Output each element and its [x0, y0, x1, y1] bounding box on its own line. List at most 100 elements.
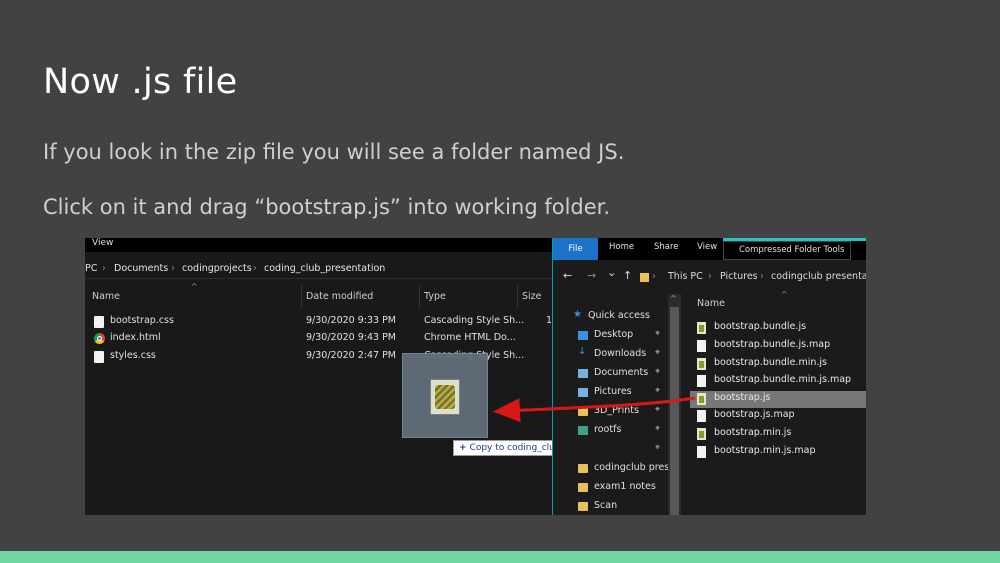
js-file-icon	[697, 428, 706, 440]
sidebar-item-codingclub[interactable]: codingclub prese	[553, 460, 681, 478]
forward-arrow-icon[interactable]: →	[587, 269, 596, 282]
destination-explorer-window: View PC › Documents › codingprojects › c…	[85, 238, 629, 515]
column-divider[interactable]	[517, 285, 518, 308]
pin-icon[interactable]: ⌖	[655, 329, 660, 339]
breadcrumb-coding-club-presentation[interactable]: coding_club_presentation	[264, 263, 385, 274]
sidebar-item-scan[interactable]: Scan	[553, 498, 681, 515]
back-arrow-icon[interactable]: ←	[563, 269, 572, 282]
folder-icon	[578, 426, 588, 435]
breadcrumb-documents[interactable]: Documents	[114, 263, 168, 274]
view-menu[interactable]: View	[85, 238, 552, 252]
column-divider[interactable]	[419, 285, 420, 308]
plus-icon: +	[459, 443, 467, 453]
file-row[interactable]: bootstrap.js.map	[690, 408, 866, 425]
folder-icon	[640, 273, 649, 282]
column-divider[interactable]	[301, 285, 302, 308]
breadcrumb-codingclub-presentation[interactable]: codingclub presentatio	[771, 271, 866, 282]
sidebar-item-quick-access[interactable]: ★ Quick access	[553, 308, 681, 326]
sidebar-item-exam1-notes[interactable]: exam1 notes	[553, 479, 681, 497]
js-file-icon	[430, 379, 460, 415]
drag-preview[interactable]	[402, 353, 488, 438]
file-row-selected[interactable]: bootstrap.js	[690, 391, 866, 408]
sidebar-item-downloads[interactable]: ↓ Downloads ⌖	[553, 346, 681, 364]
pin-icon[interactable]: ⌖	[655, 424, 660, 434]
file-name: bootstrap.bundle.js	[714, 321, 807, 332]
pin-icon[interactable]: ⌖	[655, 348, 660, 358]
sort-caret-icon: ^	[191, 282, 198, 291]
file-name: bootstrap.css	[110, 315, 174, 326]
pin-icon[interactable]: ⌖	[655, 367, 660, 377]
file-name: index.html	[110, 332, 161, 343]
desktop-icon	[578, 331, 588, 340]
file-name: bootstrap.min.js	[714, 427, 792, 438]
breadcrumb-separator-icon: ›	[652, 271, 656, 282]
scroll-up-icon[interactable]: ^	[670, 294, 677, 303]
sidebar-item-3d-prints[interactable]: 3D_Prints ⌖	[553, 403, 681, 421]
navigation-pane: ★ Quick access Desktop ⌖ ↓ Downloads ⌖ D…	[553, 294, 681, 515]
chevron-down-icon[interactable]: ⌄	[607, 266, 616, 279]
sidebar-item-documents[interactable]: Documents ⌖	[553, 365, 681, 383]
sort-caret-icon: ^	[781, 290, 788, 299]
file-name: bootstrap.bundle.min.js	[714, 357, 827, 368]
column-size[interactable]: Size	[522, 291, 542, 302]
sidebar-item-pictures[interactable]: Pictures ⌖	[553, 384, 681, 402]
column-date-modified[interactable]: Date modified	[306, 291, 373, 302]
file-type: Cascading Style Sh...	[424, 315, 525, 326]
sidebar-item-label: codingclub prese	[594, 462, 676, 473]
sidebar-scrollbar[interactable]: ^	[668, 294, 681, 515]
accent-bar	[0, 551, 1000, 563]
file-name: bootstrap.js	[714, 392, 771, 403]
sidebar-item-desktop[interactable]: Desktop ⌖	[553, 327, 681, 345]
documents-icon	[578, 369, 588, 378]
sidebar-item-rootfs[interactable]: rootfs ⌖	[553, 422, 681, 440]
navigation-bar: ← → ⌄ ↑ › This PC › Pictures › codingclu…	[553, 266, 866, 288]
pin-icon[interactable]: ⌖	[655, 443, 660, 453]
column-name[interactable]: Name	[92, 291, 120, 302]
sidebar-item-label: Scan	[594, 500, 618, 511]
file-row[interactable]: bootstrap.min.js.map	[690, 444, 866, 461]
tab-share[interactable]: Share	[654, 242, 679, 252]
source-explorer-window: File Home Share View Compressed Folder T…	[552, 238, 866, 515]
breadcrumb-pc[interactable]: PC	[85, 263, 97, 274]
breadcrumb-this-pc[interactable]: This PC	[668, 271, 703, 282]
tab-compressed-folder-tools[interactable]: Compressed Folder Tools	[739, 245, 844, 255]
pin-icon[interactable]: ⌖	[655, 386, 660, 396]
pictures-icon	[578, 388, 588, 397]
breadcrumb-pictures[interactable]: Pictures	[720, 271, 758, 282]
folder-icon	[578, 464, 588, 473]
tab-home[interactable]: Home	[609, 242, 634, 252]
folder-icon	[578, 502, 588, 511]
scrollbar-thumb[interactable]	[670, 307, 679, 515]
sidebar-item-label: Quick access	[588, 310, 650, 321]
file-name: bootstrap.bundle.js.map	[714, 339, 831, 350]
pin-icon[interactable]: ⌖	[655, 405, 660, 415]
column-name[interactable]: Name	[697, 298, 725, 309]
sidebar-item-label: exam1 notes	[594, 481, 656, 492]
breadcrumb-separator-icon: ›	[171, 263, 175, 274]
slide-title: Now .js file	[43, 62, 238, 102]
breadcrumb-codingprojects[interactable]: codingprojects	[182, 263, 252, 274]
tab-file[interactable]: File	[553, 238, 598, 260]
document-icon	[94, 316, 104, 328]
file-row[interactable]: bootstrap.bundle.js	[690, 320, 866, 337]
up-arrow-icon[interactable]: ↑	[623, 269, 632, 282]
file-row[interactable]: index.html 9/30/2020 9:43 PM Chrome HTML…	[85, 331, 552, 348]
sidebar-item-hidden[interactable]: ⌖	[553, 441, 681, 459]
sidebar-item-label: Desktop	[594, 329, 634, 340]
chrome-icon	[94, 333, 105, 344]
column-type[interactable]: Type	[424, 291, 446, 302]
file-row[interactable]: bootstrap.bundle.js.map	[690, 338, 866, 355]
js-file-icon	[697, 322, 706, 334]
file-row[interactable]: bootstrap.bundle.min.js.map	[690, 373, 866, 390]
instruction-text-1: If you look in the zip file you will see…	[43, 140, 625, 164]
file-list: ^ Name bootstrap.bundle.js bootstrap.bun…	[681, 290, 866, 515]
breadcrumb-separator-icon: ›	[760, 271, 764, 282]
file-row[interactable]: bootstrap.bundle.min.js	[690, 356, 866, 373]
document-icon	[94, 351, 104, 363]
address-bar[interactable]: PC › Documents › codingprojects › coding…	[85, 258, 552, 279]
file-type: Chrome HTML Do...	[424, 332, 516, 343]
tab-view[interactable]: View	[697, 242, 717, 252]
document-icon	[697, 340, 706, 352]
file-row[interactable]: bootstrap.min.js	[690, 426, 866, 443]
file-row[interactable]: bootstrap.css 9/30/2020 9:33 PM Cascadin…	[85, 314, 552, 331]
